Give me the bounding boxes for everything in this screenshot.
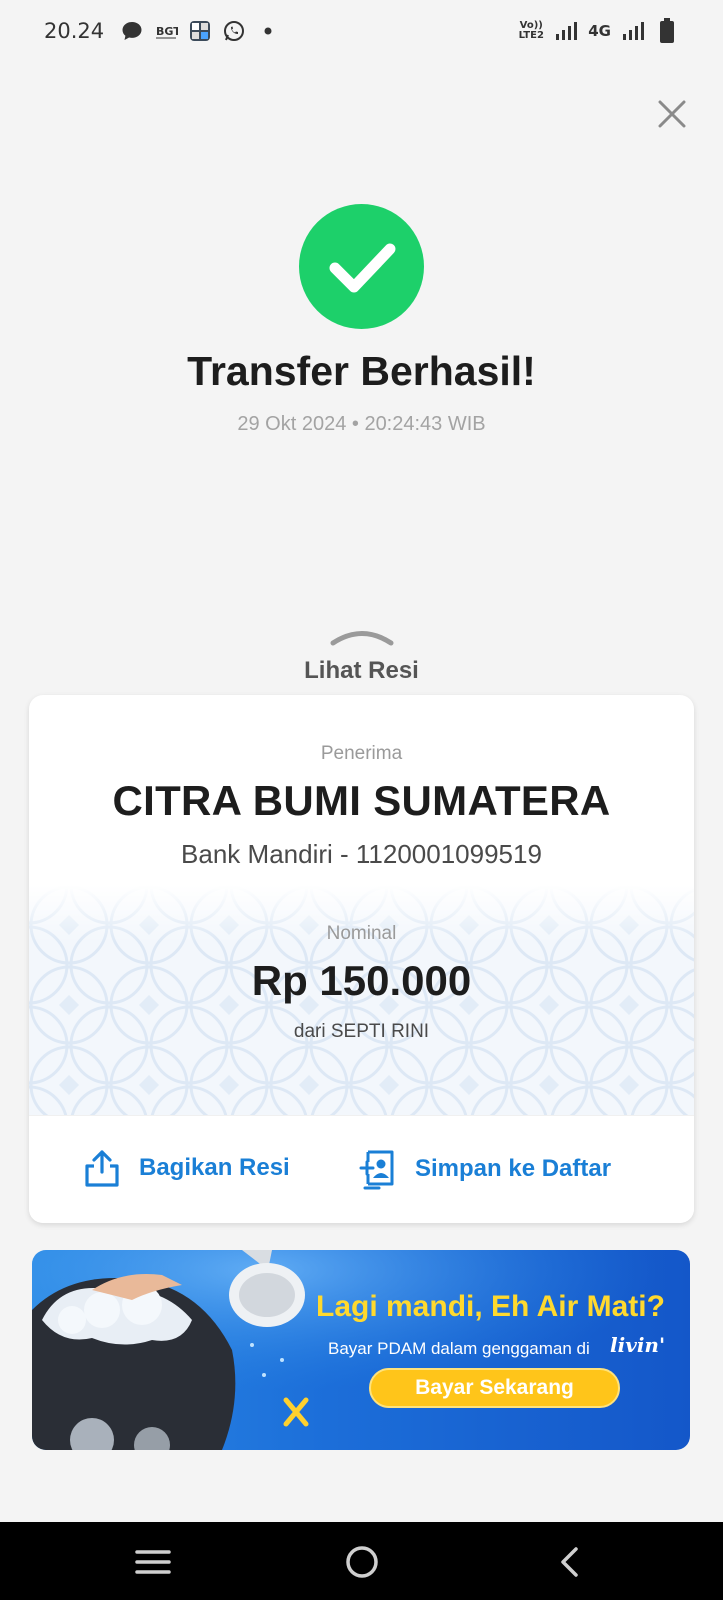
calculator-icon bbox=[188, 19, 212, 43]
share-receipt-label[interactable]: Bagikan Resi bbox=[139, 1154, 290, 1182]
recipient-label: Penerima bbox=[320, 743, 403, 764]
contact-add-icon[interactable] bbox=[359, 1148, 397, 1190]
close-button[interactable] bbox=[652, 94, 692, 134]
banner-headline: Lagi mandi, Eh Air Mati? bbox=[316, 1290, 665, 1323]
home-button[interactable] bbox=[342, 1544, 382, 1580]
view-receipt-label[interactable]: Lihat Resi bbox=[0, 657, 723, 685]
whatsapp-icon bbox=[222, 19, 246, 43]
amount-label: Nominal bbox=[326, 923, 397, 944]
recipient-bank-account: Bank Mandiri - 1120001099519 bbox=[181, 839, 542, 869]
promo-banner[interactable]: Lagi mandi, Eh Air Mati? Bayar PDAM dala… bbox=[32, 1250, 690, 1450]
save-to-list-button[interactable]: Simpan ke Daftar bbox=[359, 1148, 611, 1190]
menu-icon[interactable] bbox=[133, 1544, 173, 1580]
view-receipt-toggle[interactable]: Lihat Resi bbox=[0, 628, 723, 685]
share-receipt-button[interactable]: Bagikan Resi bbox=[83, 1148, 290, 1188]
save-to-list-label[interactable]: Simpan ke Daftar bbox=[415, 1155, 611, 1183]
transaction-datetime: 29 Okt 2024 • 20:24:43 WIB bbox=[237, 413, 486, 435]
share-icon[interactable] bbox=[83, 1148, 121, 1188]
dot-icon bbox=[256, 19, 280, 43]
back-icon[interactable] bbox=[550, 1544, 590, 1580]
volte-label: Vo)) LTE2 bbox=[518, 20, 544, 41]
system-nav-bar bbox=[0, 1522, 723, 1600]
bell-icon: BGT bbox=[154, 19, 178, 43]
sender-name: dari SEPTI RINI bbox=[293, 1021, 430, 1042]
page-title: Transfer Berhasil! bbox=[187, 348, 536, 394]
back-button[interactable] bbox=[550, 1544, 590, 1580]
network-label: 4G bbox=[588, 22, 611, 40]
close-icon[interactable] bbox=[652, 94, 692, 134]
banner-brand-logo: livin' bbox=[610, 1333, 666, 1357]
svg-text:BGT: BGT bbox=[156, 25, 178, 38]
signal-icon bbox=[621, 19, 645, 43]
status-bar-left: 20.24 BGT bbox=[44, 19, 280, 43]
message-icon bbox=[120, 19, 144, 43]
amount-value: Rp 150.000 bbox=[251, 957, 472, 1004]
chevron-up-icon[interactable] bbox=[329, 628, 395, 646]
status-bar-right: Vo)) LTE2 4G bbox=[518, 18, 679, 43]
menu-button[interactable] bbox=[133, 1544, 173, 1580]
check-icon bbox=[329, 243, 395, 292]
signal-icon bbox=[554, 19, 578, 43]
receipt-actions: Bagikan Resi Simpan ke Daftar bbox=[29, 1115, 694, 1223]
status-bar: 20.24 BGT Vo)) LTE2 4G bbox=[0, 0, 723, 62]
banner-subtext: Bayar PDAM dalam genggaman di bbox=[328, 1339, 590, 1358]
recipient-name: CITRA BUMI SUMATERA bbox=[112, 777, 611, 824]
receipt-card: Penerima CITRA BUMI SUMATERA Bank Mandir… bbox=[29, 695, 694, 1223]
success-badge bbox=[299, 204, 424, 329]
pay-now-button[interactable]: Bayar Sekarang bbox=[369, 1368, 620, 1408]
home-icon[interactable] bbox=[342, 1544, 382, 1580]
status-time: 20.24 bbox=[44, 19, 105, 43]
battery-icon bbox=[655, 18, 679, 43]
